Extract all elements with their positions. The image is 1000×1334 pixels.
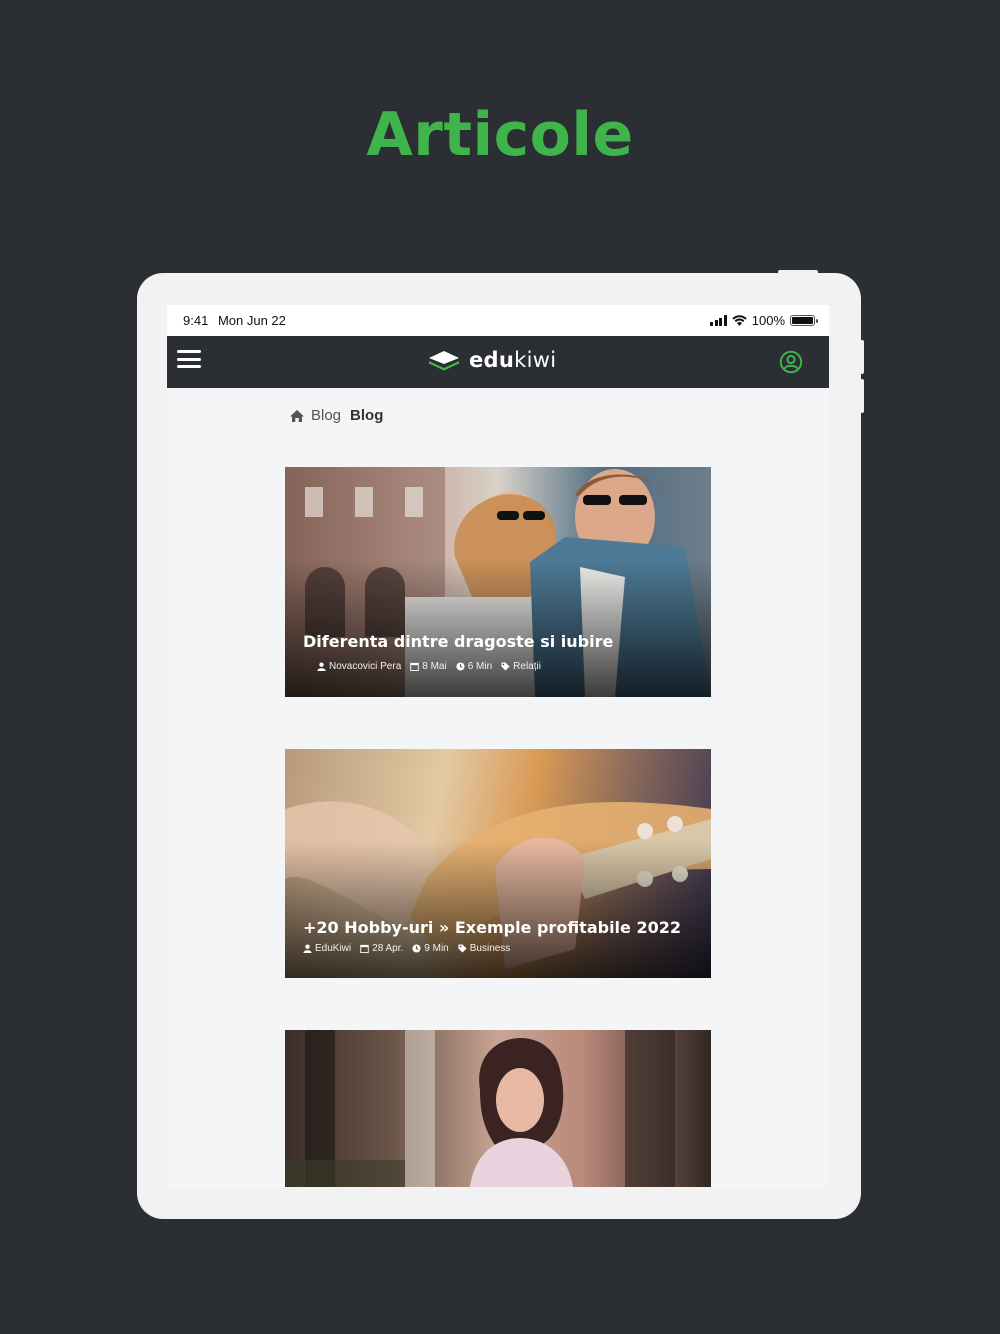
calendar-icon — [410, 662, 419, 671]
article-author: EduKiwi — [303, 943, 351, 954]
logo-book-icon — [429, 351, 459, 371]
promo-title: Articole — [366, 100, 634, 170]
edukiwi-logo[interactable]: edukiwi — [427, 348, 556, 372]
battery-icon — [790, 315, 818, 326]
clock-icon — [412, 944, 421, 953]
article-image — [285, 1030, 675, 1187]
cellular-signal-icon — [710, 315, 727, 326]
article-date: 28 Apr. — [360, 943, 403, 954]
breadcrumb-current: Blog — [350, 407, 384, 424]
article-read-time: 9 Min — [412, 943, 449, 954]
article-meta: Novacovici Pera 8 Mai 6 Min Relații — [317, 661, 541, 672]
article-date: 8 Mai — [410, 661, 447, 672]
status-bar: 9:41 Mon Jun 22 100% — [167, 305, 829, 336]
battery-percent: 100% — [751, 313, 785, 328]
tag-icon — [458, 944, 467, 953]
app-screen: 9:41 Mon Jun 22 100% edukiwi Blog Blog D… — [167, 305, 829, 1187]
status-time-date: 9:41 Mon Jun 22 — [183, 313, 292, 328]
article-card[interactable]: Diferenta dintre dragoste si iubire Nova… — [285, 467, 711, 697]
article-card[interactable] — [285, 1030, 711, 1187]
tag-icon — [501, 662, 510, 671]
article-title[interactable]: +20 Hobby-uri » Exemple profitabile 2022 — [303, 918, 681, 937]
breadcrumb-parent-link[interactable]: Blog — [311, 407, 341, 424]
home-icon[interactable] — [289, 409, 305, 423]
hamburger-icon[interactable] — [177, 350, 201, 370]
article-meta: EduKiwi 28 Apr. 9 Min Business — [303, 943, 510, 954]
breadcrumb: Blog Blog — [289, 407, 383, 424]
article-read-time: 6 Min — [456, 661, 492, 672]
article-image-overlay — [285, 559, 711, 697]
user-icon — [303, 944, 312, 953]
article-author: Novacovici Pera — [317, 661, 401, 672]
user-icon — [317, 662, 326, 671]
article-title[interactable]: Diferenta dintre dragoste si iubire — [303, 632, 613, 651]
status-indicators: 100% — [710, 313, 818, 328]
article-category[interactable]: Relații — [501, 661, 541, 672]
logo-text: edukiwi — [469, 348, 557, 372]
clock-icon — [456, 662, 465, 671]
top-navbar: edukiwi — [167, 336, 829, 388]
account-icon[interactable] — [779, 350, 803, 374]
status-time: 9:41 — [183, 313, 209, 328]
status-date: Mon Jun 22 — [217, 313, 286, 328]
wifi-icon — [732, 315, 747, 326]
calendar-icon — [360, 944, 369, 953]
article-category[interactable]: Business — [458, 943, 510, 954]
article-card[interactable]: +20 Hobby-uri » Exemple profitabile 2022… — [285, 749, 711, 978]
article-image-overlay — [285, 840, 711, 978]
